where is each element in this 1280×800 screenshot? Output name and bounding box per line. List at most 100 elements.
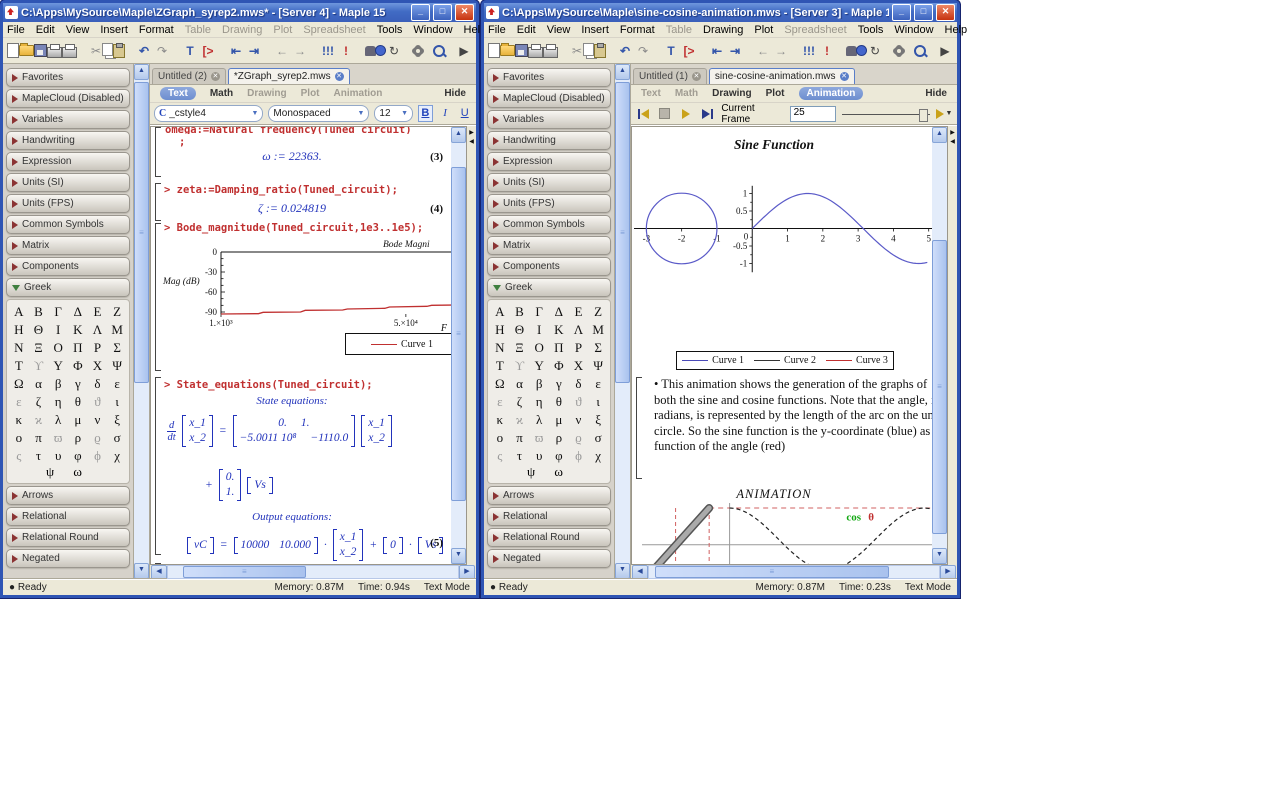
restart-kernel-icon[interactable]: ↻ xyxy=(866,43,884,59)
zoom-mode-icon[interactable] xyxy=(914,45,926,57)
palette-header[interactable]: Arrows xyxy=(487,486,611,505)
interrupt-hand-icon[interactable] xyxy=(365,46,376,56)
copy-icon[interactable] xyxy=(583,43,594,56)
menu-item[interactable]: Window xyxy=(413,24,452,36)
scroll-up-icon[interactable]: ▲ xyxy=(615,64,630,80)
greek-letter[interactable]: Ρ xyxy=(569,339,589,356)
scroll-down-icon[interactable]: ▼ xyxy=(615,563,630,579)
palette-header[interactable]: Expression xyxy=(6,152,130,171)
greek-letter[interactable]: Θ xyxy=(510,321,530,338)
menu-item[interactable]: Plot xyxy=(754,24,773,36)
back-icon[interactable]: ← xyxy=(273,43,291,59)
greek-letter[interactable]: Α xyxy=(490,303,510,320)
scroll-down-icon[interactable]: ▼ xyxy=(134,563,149,579)
menu-item[interactable]: Spreadsheet xyxy=(784,24,846,36)
greek-letter[interactable]: Λ xyxy=(88,321,108,338)
bold-button[interactable]: B xyxy=(418,105,433,122)
menu-item[interactable]: Edit xyxy=(36,24,55,36)
palette-header[interactable]: Components xyxy=(6,257,130,276)
print-preview-icon[interactable] xyxy=(62,47,77,58)
forward-icon[interactable]: → xyxy=(291,43,309,59)
palette-header[interactable]: Relational Round xyxy=(487,528,611,547)
palette-header[interactable]: Favorites xyxy=(6,68,130,87)
greek-letter[interactable]: κ xyxy=(490,411,510,428)
open-file-icon[interactable] xyxy=(500,45,515,56)
menu-item[interactable]: Table xyxy=(185,24,211,36)
settings-gear-icon[interactable] xyxy=(413,46,423,56)
mode-indicator[interactable]: Text Mode xyxy=(424,582,470,593)
greek-letter[interactable]: χ xyxy=(588,447,608,464)
new-document-icon[interactable] xyxy=(7,43,19,58)
scroll-right-icon[interactable]: ▶ xyxy=(940,565,956,580)
hide-toolbar-button[interactable]: Hide xyxy=(444,88,466,99)
debug-icon[interactable] xyxy=(857,46,866,55)
greek-letter[interactable]: Θ xyxy=(29,321,49,338)
context-tab[interactable]: Text xyxy=(641,88,661,99)
scroll-down-icon[interactable]: ▼ xyxy=(932,548,947,564)
indent-icon[interactable]: ⇥ xyxy=(245,43,263,59)
menu-item[interactable]: File xyxy=(488,24,506,36)
greek-letter[interactable]: Μ xyxy=(588,321,608,338)
greek-letter[interactable]: ϖ xyxy=(48,429,68,446)
greek-letter[interactable]: β xyxy=(48,375,68,392)
menu-item[interactable]: Drawing xyxy=(703,24,743,36)
debug-icon[interactable] xyxy=(376,46,385,55)
greek-letter[interactable]: Η xyxy=(9,321,29,338)
palette-header[interactable]: Common Symbols xyxy=(6,215,130,234)
palette-header[interactable]: Variables xyxy=(6,110,130,129)
greek-letter[interactable]: Σ xyxy=(107,339,127,356)
greek-letter[interactable]: γ xyxy=(549,375,569,392)
context-tab[interactable]: Animation xyxy=(334,88,383,99)
palette-header[interactable]: Components xyxy=(487,257,611,276)
menu-item[interactable]: Help xyxy=(945,24,968,36)
greek-letter[interactable]: ς xyxy=(9,447,29,464)
greek-letter[interactable]: ς xyxy=(490,447,510,464)
palette-header[interactable]: Handwriting xyxy=(6,131,130,150)
greek-letter[interactable]: κ xyxy=(9,411,29,428)
palette-header[interactable]: MapleCloud (Disabled) xyxy=(487,89,611,108)
execute-icon[interactable]: ! xyxy=(818,43,836,59)
greek-letter[interactable]: Υ xyxy=(48,357,68,374)
redo-icon[interactable]: ↷ xyxy=(634,43,652,59)
menu-item[interactable]: Format xyxy=(620,24,655,36)
greek-letter[interactable]: μ xyxy=(549,411,569,428)
greek-letter[interactable]: Ξ xyxy=(29,339,49,356)
title-bar[interactable]: C:\Apps\MySource\Maple\sine-cosine-anima… xyxy=(484,3,957,22)
greek-letter[interactable]: Π xyxy=(68,339,88,356)
indent-icon[interactable]: ⇥ xyxy=(726,43,744,59)
greek-letter[interactable]: Σ xyxy=(588,339,608,356)
greek-letter[interactable]: α xyxy=(29,375,49,392)
close-tab-icon[interactable]: ✕ xyxy=(840,72,849,81)
greek-letter[interactable]: ε xyxy=(107,375,127,392)
greek-letter[interactable]: β xyxy=(529,375,549,392)
undo-icon[interactable]: ↶ xyxy=(616,43,634,59)
greek-letter[interactable]: υ xyxy=(48,447,68,464)
frame-slider[interactable] xyxy=(842,107,930,121)
slider-handle[interactable] xyxy=(919,109,928,122)
greek-letter[interactable]: ι xyxy=(107,393,127,410)
insert-prompt-icon[interactable]: [> xyxy=(199,43,217,59)
greek-letter[interactable]: Ζ xyxy=(588,303,608,320)
scroll-up-icon[interactable]: ▲ xyxy=(134,64,149,80)
palette-header[interactable]: MapleCloud (Disabled) xyxy=(6,89,130,108)
greek-letter[interactable]: ν xyxy=(569,411,589,428)
greek-letter[interactable]: ϒ xyxy=(29,357,49,374)
execute-icon[interactable]: ! xyxy=(337,43,355,59)
greek-letter[interactable]: Δ xyxy=(68,303,88,320)
greek-letter[interactable]: φ xyxy=(549,447,569,464)
font-select[interactable]: Monospaced▼ xyxy=(268,105,369,122)
greek-letter[interactable]: Χ xyxy=(88,357,108,374)
print-preview-icon[interactable] xyxy=(543,47,558,58)
greek-letter[interactable]: ε xyxy=(588,375,608,392)
play-button[interactable] xyxy=(679,107,694,121)
greek-letter[interactable]: ϕ xyxy=(88,447,108,464)
menu-item[interactable]: Spreadsheet xyxy=(303,24,365,36)
greek-letter[interactable]: η xyxy=(48,393,68,410)
open-file-icon[interactable] xyxy=(19,45,34,56)
greek-letter[interactable]: θ xyxy=(68,393,88,410)
greek-letter[interactable]: λ xyxy=(48,411,68,428)
greek-letter[interactable]: Ξ xyxy=(510,339,530,356)
greek-letter[interactable]: ϒ xyxy=(510,357,530,374)
context-tab[interactable]: Drawing xyxy=(247,88,286,99)
palette-header[interactable]: Units (FPS) xyxy=(487,194,611,213)
